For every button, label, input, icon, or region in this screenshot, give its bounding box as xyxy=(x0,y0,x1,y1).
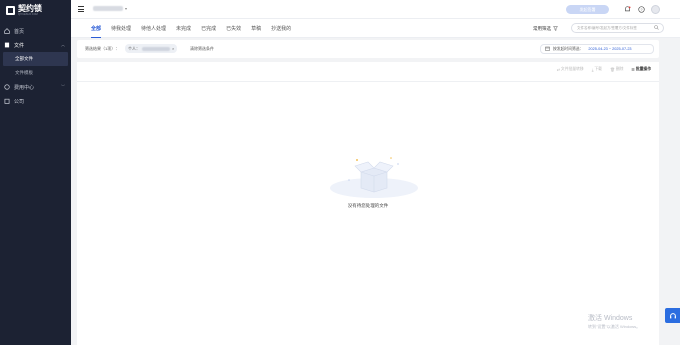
tab-all[interactable]: 全部 xyxy=(91,19,102,38)
clear-filters-link[interactable]: 清除筛选条件 xyxy=(190,46,214,52)
logo-name: 契约锁 xyxy=(18,4,42,13)
sidebar-item-all-files[interactable]: 全部文件 xyxy=(3,52,68,66)
filter-chip-value-redacted xyxy=(142,46,170,51)
sidebar-item-billing[interactable]: 费用中心 ﹀ xyxy=(0,80,71,94)
batch-operations-button[interactable]: ☰ 批量操作 xyxy=(631,67,651,72)
search-input[interactable]: 文件名称/编号/发起方/签署方/文件标签 xyxy=(571,23,664,33)
close-icon[interactable]: × xyxy=(172,46,174,51)
batch-transfer-label: 文件批量转移 xyxy=(560,67,584,71)
start-signing-button[interactable]: 发起签署 xyxy=(566,5,609,14)
menu-toggle-icon[interactable] xyxy=(78,6,84,14)
download-label: 下载 xyxy=(594,67,602,71)
logo-mark xyxy=(6,6,15,15)
quick-filter-button[interactable]: 常用筛选 xyxy=(533,26,558,32)
status-tabs: 全部 待我处理 待他人处理 未完成 已完成 已失效 草稿 抄送我的 xyxy=(91,19,291,38)
tab-cc-me[interactable]: 抄送我的 xyxy=(271,19,291,38)
empty-state-message: 没有待您处理的文件 xyxy=(347,203,389,208)
filter-chip-label: 个人： xyxy=(128,45,140,51)
file-list-panel: ⇄ 文件批量转移 ⤓ 下载 🗑 删除 ☰ 批量操作 没有待您处理的文件 xyxy=(77,62,659,345)
filter-result-label: 筛选结果（1项）： xyxy=(85,46,120,51)
divider xyxy=(77,81,659,82)
customer-service-icon[interactable] xyxy=(665,308,680,323)
avatar[interactable] xyxy=(651,5,660,14)
search-placeholder: 文件名称/编号/发起方/签署方/文件标签 xyxy=(577,25,637,30)
batch-transfer-button[interactable]: ⇄ 文件批量转移 xyxy=(557,67,584,72)
filter-bar: 筛选结果（1项）： 个人： × 清除筛选条件 按发起时间筛选： 2025-04-… xyxy=(77,40,659,58)
chevron-up-icon: ︿ xyxy=(61,42,65,47)
watermark-subtitle: 转到"设置"以激活 Windows。 xyxy=(588,324,641,329)
billing-icon xyxy=(4,84,10,90)
quick-filter-label: 常用筛选 xyxy=(533,26,551,31)
tab-incomplete[interactable]: 未完成 xyxy=(176,19,191,38)
help-icon[interactable]: ? xyxy=(637,6,645,14)
document-icon xyxy=(4,42,10,48)
delete-label: 删除 xyxy=(615,67,624,71)
tabs-bar: 全部 待我处理 待他人处理 未完成 已完成 已失效 草稿 抄送我的 常用筛选 文… xyxy=(71,19,680,38)
chevron-down-icon: ﹀ xyxy=(61,84,65,89)
date-range-label: 按发起时间筛选： xyxy=(553,46,584,51)
batch-icon: ☰ xyxy=(631,68,635,72)
organization-switcher[interactable]: ▾ xyxy=(93,6,127,11)
organization-name-redacted xyxy=(93,6,123,11)
sidebar-item-label: 文件 xyxy=(14,42,25,49)
delete-button[interactable]: 🗑 删除 xyxy=(610,67,623,72)
download-button[interactable]: ⤓ 下载 xyxy=(592,67,602,72)
date-range-filter[interactable]: 按发起时间筛选： 2025-04-23 ~ 2025-07-23 xyxy=(540,44,654,54)
tab-drafts[interactable]: 草稿 xyxy=(251,19,261,38)
empty-box-illustration xyxy=(330,157,418,198)
batch-operations-label: 批量操作 xyxy=(635,67,651,71)
tab-completed[interactable]: 已完成 xyxy=(201,19,216,38)
filter-chip[interactable]: 个人： × xyxy=(125,44,178,53)
top-bar: ▾ 发起签署 ? xyxy=(71,0,680,19)
tab-expired[interactable]: 已失效 xyxy=(226,19,241,38)
home-icon xyxy=(4,28,10,34)
sidebar-item-company[interactable]: 公司 xyxy=(0,94,71,108)
company-icon xyxy=(4,98,10,104)
logo-subtitle: QIYUESUO.COM xyxy=(18,13,38,16)
tab-pending-me[interactable]: 待我处理 xyxy=(111,19,131,38)
date-range-value: 2025-04-23 ~ 2025-07-23 xyxy=(588,47,632,51)
search-icon[interactable] xyxy=(654,25,659,31)
sidebar-item-files[interactable]: 文件 ︿ xyxy=(0,38,71,52)
sidebar-item-label: 首页 xyxy=(14,28,25,35)
chevron-down-icon: ▾ xyxy=(125,6,128,11)
app-logo[interactable]: 契约锁 QIYUESUO.COM xyxy=(6,5,42,16)
sidebar-item-file-templates[interactable]: 文件模板 xyxy=(0,66,71,80)
sidebar-item-home[interactable]: 首页 xyxy=(0,24,71,38)
toolbar-actions: ⇄ 文件批量转移 ⤓ 下载 🗑 删除 ☰ 批量操作 xyxy=(557,67,651,72)
tab-pending-others[interactable]: 待他人处理 xyxy=(141,19,166,38)
transfer-icon: ⇄ xyxy=(556,68,560,72)
watermark-title: 激活 Windows xyxy=(588,315,633,322)
calendar-icon xyxy=(545,46,550,52)
delete-icon: 🗑 xyxy=(609,68,615,72)
windows-activation-watermark: 激活 Windows 转到"设置"以激活 Windows。 xyxy=(588,313,640,330)
sidebar-item-label: 公司 xyxy=(14,98,25,105)
notification-icon[interactable] xyxy=(623,6,631,14)
download-icon: ⤓ xyxy=(591,67,594,72)
svg-text:?: ? xyxy=(640,8,642,12)
sidebar-item-label: 费用中心 xyxy=(14,84,35,91)
sidebar: 契约锁 QIYUESUO.COM 首页 文件 ︿ 全部文件 文件模板 费用中心 … xyxy=(0,0,71,345)
sidebar-nav: 首页 文件 ︿ 全部文件 文件模板 费用中心 ﹀ 公司 xyxy=(0,24,71,108)
filter-icon xyxy=(553,26,558,32)
